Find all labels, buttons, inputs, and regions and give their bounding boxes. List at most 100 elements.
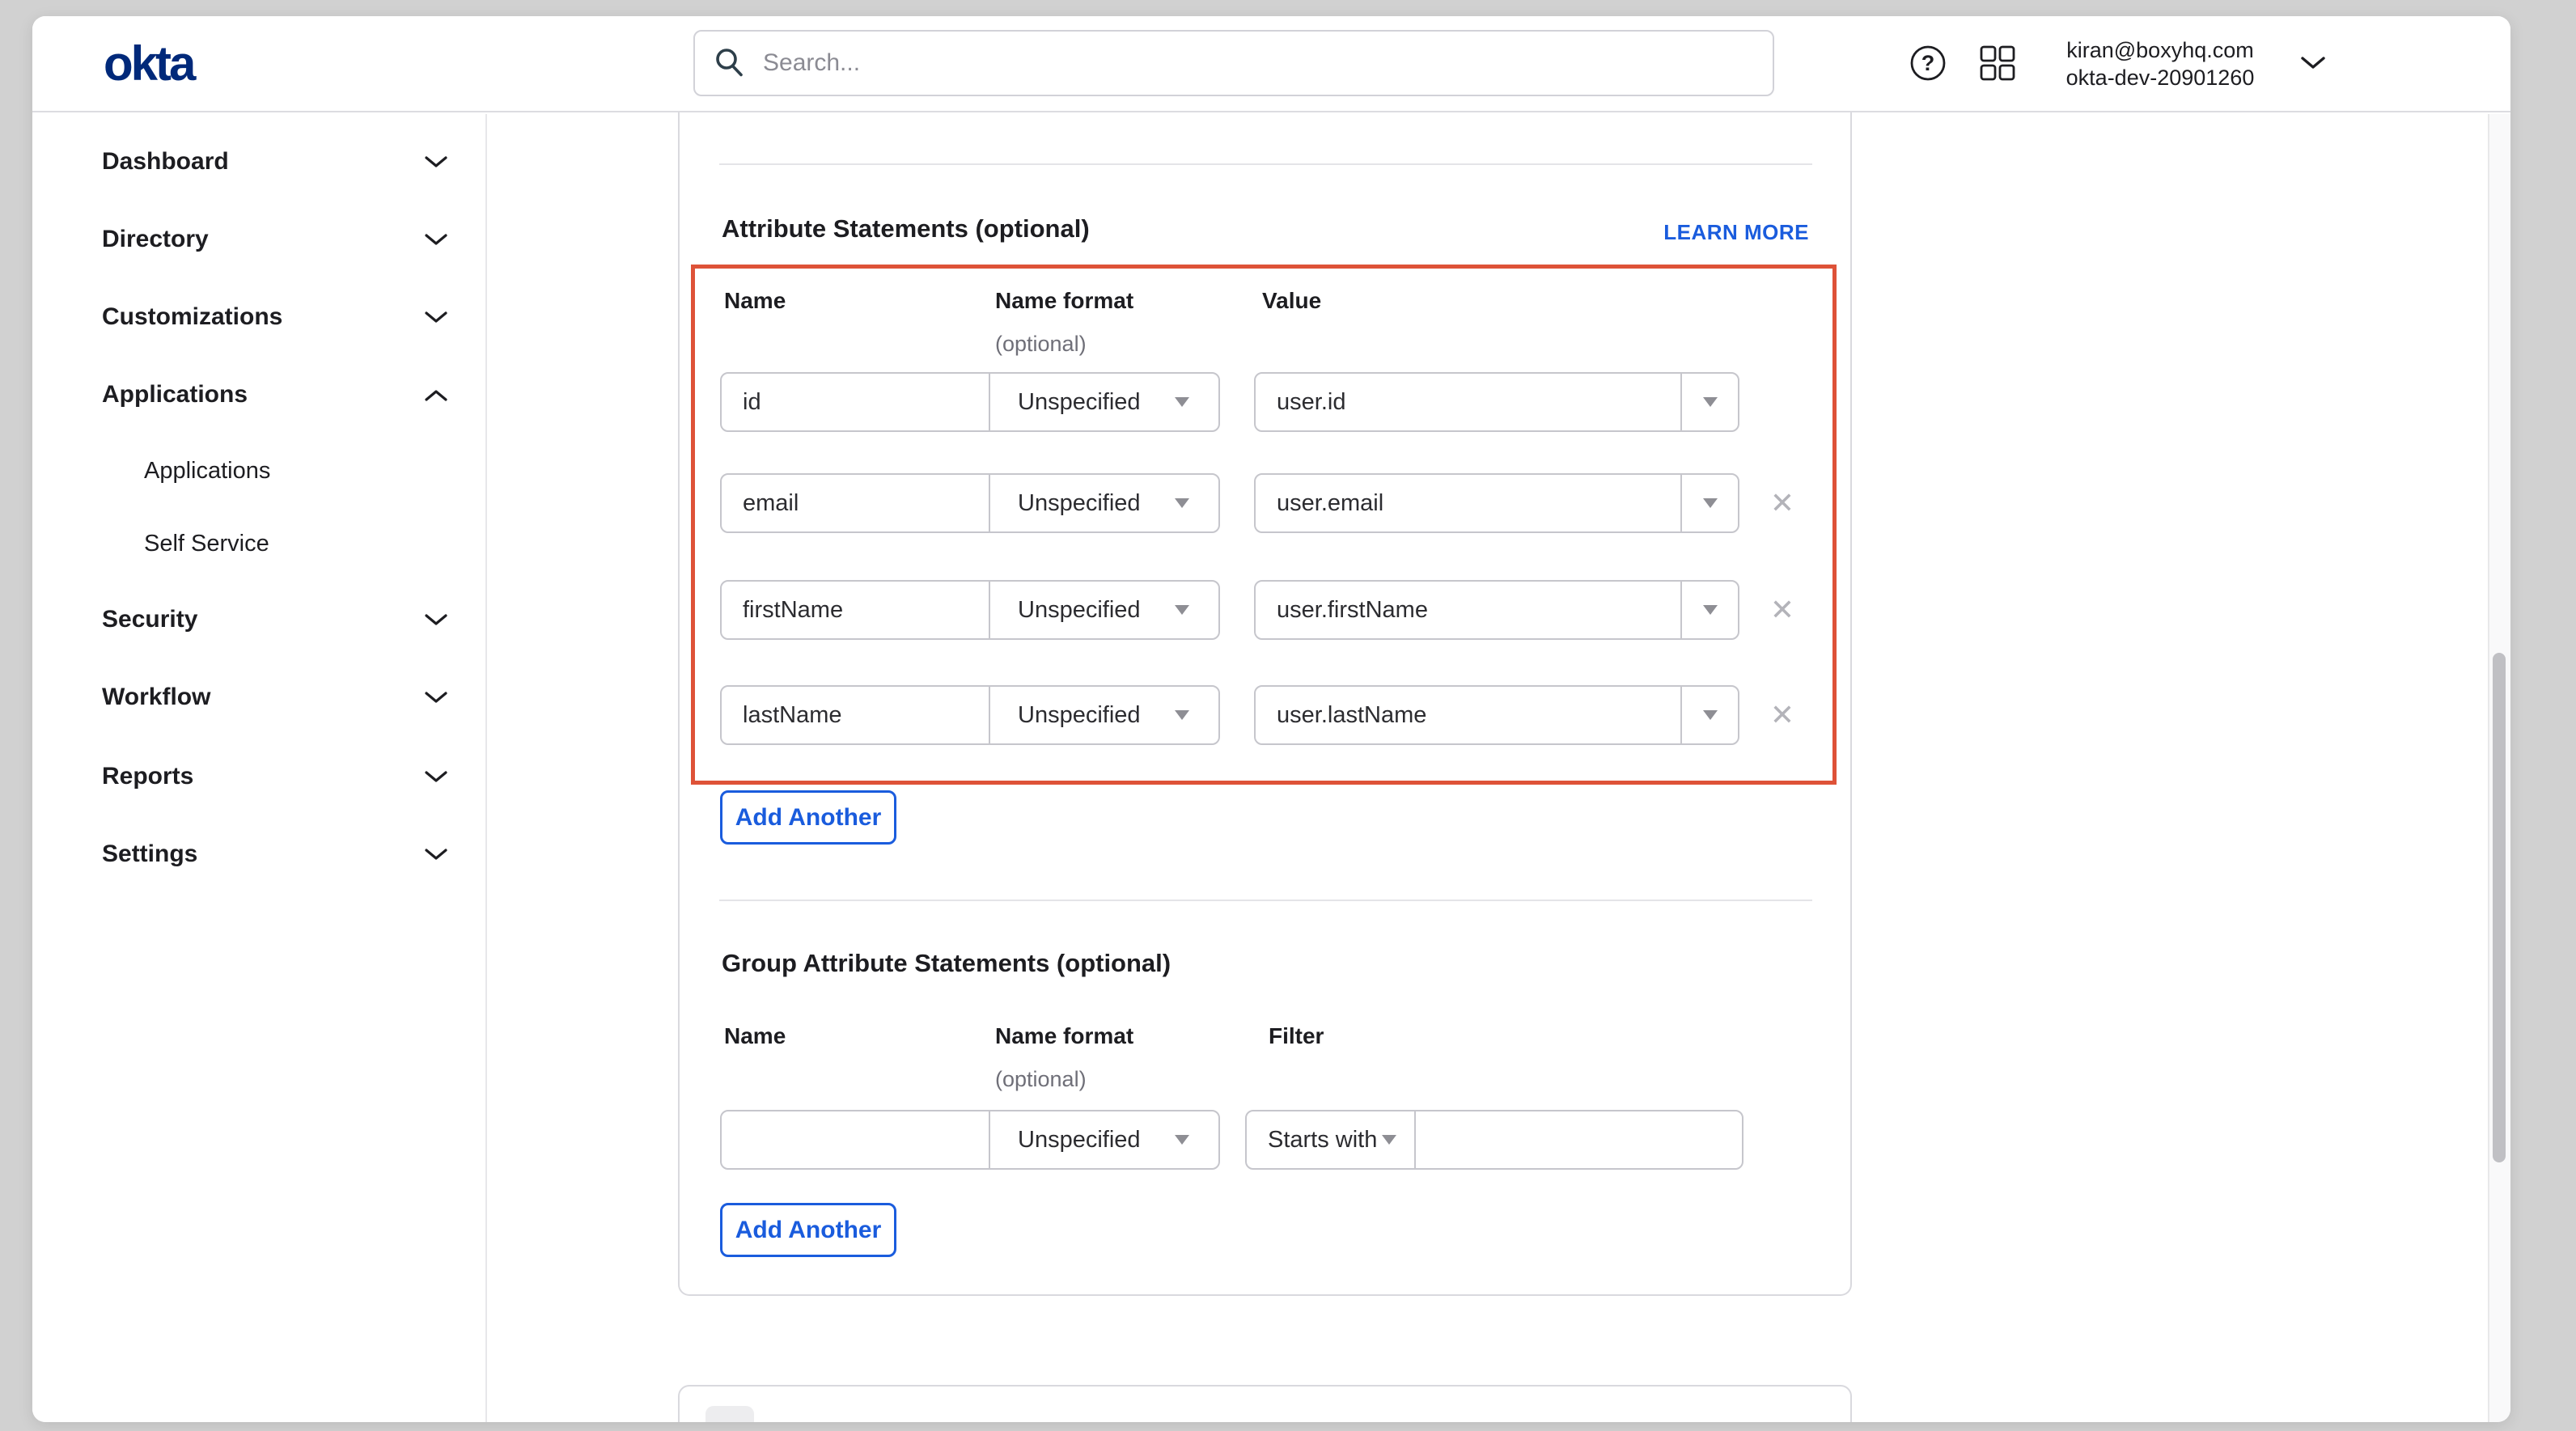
help-button[interactable]: ? <box>1908 43 1948 83</box>
name-format-select[interactable]: Unspecified <box>990 475 1218 531</box>
okta-admin-window: okta ? kiran@boxyhq.com okta- <box>32 16 2510 1422</box>
value-combo <box>1254 372 1739 432</box>
attribute-value-input[interactable] <box>1256 475 1682 531</box>
remove-row-icon[interactable]: ✕ <box>1765 685 1800 745</box>
filter-value-input[interactable] <box>1416 1111 1742 1168</box>
sidebar-item-label: Settings <box>102 840 197 868</box>
value-dropdown-button[interactable] <box>1682 582 1738 638</box>
dropdown-arrow-icon <box>1175 710 1189 720</box>
sidebar-nav: Dashboard Directory Customizations Appli… <box>32 114 487 1422</box>
sidebar-subitem-self-service[interactable]: Self Service <box>144 526 448 561</box>
sidebar-item-dashboard[interactable]: Dashboard <box>102 144 448 180</box>
chevron-down-icon <box>424 311 448 324</box>
account-org: okta-dev-20901260 <box>2039 64 2282 91</box>
column-header-filter: Filter <box>1269 1023 1324 1049</box>
next-section-card <box>678 1385 1852 1422</box>
name-format-select[interactable]: Unspecified <box>990 374 1218 430</box>
dropdown-arrow-icon <box>1703 710 1718 720</box>
value-combo <box>1254 473 1739 533</box>
attribute-name-input[interactable] <box>722 475 990 531</box>
account-chevron-down-icon[interactable] <box>2299 55 2327 71</box>
section-thumbnail-placeholder <box>705 1406 754 1422</box>
chevron-up-icon <box>424 388 448 402</box>
name-format-value: Unspecified <box>1018 389 1141 416</box>
global-search[interactable] <box>693 30 1774 96</box>
add-another-group-attribute-button[interactable]: Add Another <box>720 1203 896 1257</box>
attribute-row: Unspecified <box>720 372 1837 432</box>
search-input[interactable] <box>761 49 1755 78</box>
value-dropdown-button[interactable] <box>1682 374 1738 430</box>
name-format-select[interactable]: Unspecified <box>990 582 1218 638</box>
attribute-value-input[interactable] <box>1256 582 1682 638</box>
name-format-group: Unspecified <box>720 1110 1220 1170</box>
app-switcher-button[interactable] <box>1977 43 2018 83</box>
attribute-name-input[interactable] <box>722 687 990 743</box>
sidebar-item-directory[interactable]: Directory <box>102 222 448 257</box>
attribute-statements-title: Attribute Statements (optional) <box>722 214 1090 243</box>
group-attribute-row: Unspecified Starts with <box>720 1110 1837 1170</box>
account-menu[interactable]: kiran@boxyhq.com okta-dev-20901260 <box>2039 36 2282 91</box>
sidebar-subitem-applications[interactable]: Applications <box>144 453 448 489</box>
search-icon <box>713 46 747 80</box>
sidebar-item-settings[interactable]: Settings <box>102 836 448 872</box>
name-format-group: Unspecified <box>720 580 1220 640</box>
sidebar-item-label: Security <box>102 606 197 633</box>
filter-type-select[interactable]: Starts with <box>1247 1111 1416 1168</box>
sidebar-item-label: Customizations <box>102 303 282 331</box>
dropdown-arrow-icon <box>1703 605 1718 615</box>
sidebar-item-reports[interactable]: Reports <box>102 759 448 794</box>
page-scrollbar-thumb[interactable] <box>2493 653 2506 1162</box>
add-another-attribute-button[interactable]: Add Another <box>720 790 896 845</box>
name-format-group: Unspecified <box>720 685 1220 745</box>
section-divider <box>719 900 1812 901</box>
column-header-name-format: Name format <box>995 1023 1133 1049</box>
attribute-value-input[interactable] <box>1256 374 1682 430</box>
attribute-value-input[interactable] <box>1256 687 1682 743</box>
dropdown-arrow-icon <box>1175 397 1189 407</box>
sidebar-item-workflow[interactable]: Workflow <box>102 680 448 715</box>
sidebar-subitem-label: Applications <box>144 458 270 485</box>
help-icon: ? <box>1909 44 1947 83</box>
svg-text:?: ? <box>1921 51 1935 75</box>
column-header-name: Name <box>724 288 786 314</box>
top-bar: okta ? kiran@boxyhq.com okta- <box>32 16 2510 112</box>
group-name-input[interactable] <box>722 1111 990 1168</box>
chevron-down-icon <box>424 233 448 247</box>
learn-more-link[interactable]: LEARN MORE <box>1663 220 1809 245</box>
attribute-name-input[interactable] <box>722 582 990 638</box>
value-dropdown-button[interactable] <box>1682 687 1738 743</box>
sidebar-item-label: Workflow <box>102 684 210 711</box>
value-dropdown-button[interactable] <box>1682 475 1738 531</box>
sidebar-item-label: Reports <box>102 763 193 790</box>
okta-logo[interactable]: okta <box>104 40 193 88</box>
page-scrollbar-track[interactable] <box>2488 114 2510 1422</box>
name-format-select[interactable]: Unspecified <box>990 1111 1218 1168</box>
sidebar-item-label: Directory <box>102 226 209 253</box>
column-header-name: Name <box>724 1023 786 1049</box>
attribute-row: Unspecified ✕ <box>720 580 1837 640</box>
sidebar-item-customizations[interactable]: Customizations <box>102 299 448 335</box>
filter-type-value: Starts with <box>1268 1127 1377 1154</box>
chevron-down-icon <box>424 691 448 705</box>
group-attribute-statements-title: Group Attribute Statements (optional) <box>722 949 1171 978</box>
account-email: kiran@boxyhq.com <box>2039 36 2282 64</box>
remove-row-icon[interactable]: ✕ <box>1765 580 1800 640</box>
remove-row-icon[interactable]: ✕ <box>1765 473 1800 533</box>
name-format-value: Unspecified <box>1018 702 1141 729</box>
dropdown-arrow-icon <box>1175 1135 1189 1145</box>
attribute-statements-highlight-box: Name Name format (optional) Value Unspec… <box>691 265 1837 785</box>
dropdown-arrow-icon <box>1703 397 1718 407</box>
name-format-select[interactable]: Unspecified <box>990 687 1218 743</box>
dropdown-arrow-icon <box>1175 605 1189 615</box>
dropdown-arrow-icon <box>1703 498 1718 508</box>
sidebar-item-security[interactable]: Security <box>102 602 448 637</box>
chevron-down-icon <box>424 770 448 784</box>
column-header-value: Value <box>1262 288 1321 314</box>
chevron-down-icon <box>424 613 448 627</box>
name-format-group: Unspecified <box>720 372 1220 432</box>
column-header-optional-note: (optional) <box>995 1067 1087 1092</box>
attribute-name-input[interactable] <box>722 374 990 430</box>
sidebar-item-applications[interactable]: Applications <box>102 377 448 413</box>
chevron-down-icon <box>424 848 448 862</box>
grid-icon <box>1978 44 2017 83</box>
